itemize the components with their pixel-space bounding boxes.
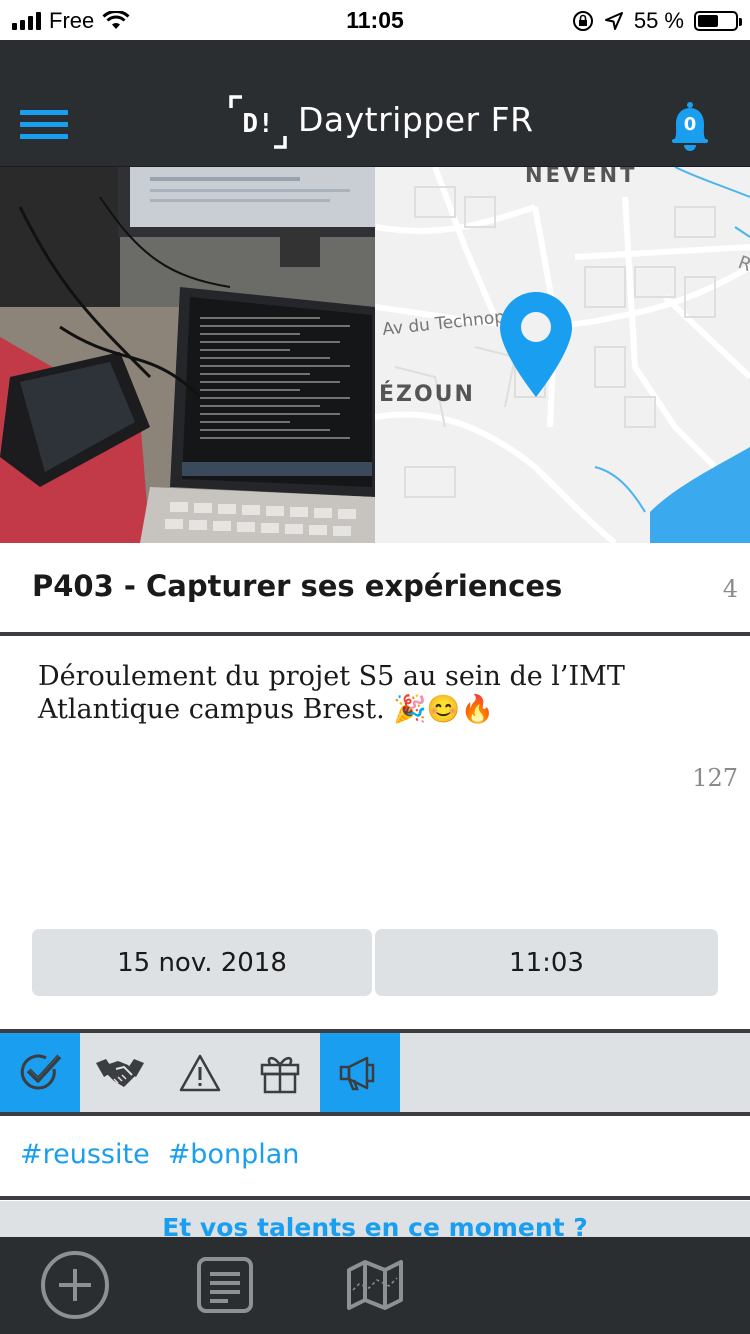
tag-item[interactable]: #bonplan [168,1139,300,1170]
battery-level [698,15,718,27]
battery-percent: 55 % [633,8,684,33]
add-tab[interactable] [39,1249,111,1321]
app-header: D! Daytripper FR 0 [0,40,750,167]
location-map[interactable]: NEVENT Av du Technopôle ÉZOUN R [375,167,750,543]
battery-icon [694,11,742,31]
rotation-lock-icon [572,11,593,31]
talents-prompt-bar[interactable]: Et vos talents en ce moment ? [0,1201,750,1241]
post-media: NEVENT Av du Technopôle ÉZOUN R [0,167,750,543]
warning-icon [179,1054,221,1091]
description-char-count: 127 [692,764,738,792]
tag-item[interactable]: #reussite [20,1139,150,1170]
app-title: Daytripper FR [298,100,534,139]
post-time: 11:03 [509,947,584,978]
handshake-icon [96,1058,144,1087]
app-logo: D! [229,95,287,149]
notification-count: 0 [683,114,697,135]
notifications-button[interactable]: 0 [664,100,716,154]
checkmark-icon [20,1053,62,1089]
category-warning-button[interactable] [160,1033,240,1112]
status-right: 55 % [572,8,742,34]
post-title: P403 - Capturer ses expériences [32,569,563,603]
post-date: 15 nov. 2018 [117,947,287,978]
category-success-button[interactable] [0,1033,80,1112]
photo-illustration [0,167,375,543]
map-tab[interactable] [339,1249,411,1321]
menu-button[interactable] [18,104,70,144]
category-gift-button[interactable] [240,1033,320,1112]
post-title-row: P403 - Capturer ses expériences 4 [0,543,750,633]
map-illustration: NEVENT Av du Technopôle ÉZOUN R [375,167,750,543]
category-bar [0,1033,750,1112]
map-label-west: ÉZOUN [379,381,475,407]
date-picker[interactable]: 15 nov. 2018 [32,929,372,996]
title-char-count: 4 [722,575,738,603]
logo-text: D! [242,109,273,139]
time-picker[interactable]: 11:03 [375,929,718,996]
category-announcement-button[interactable] [320,1033,400,1112]
map-label-north: NEVENT [525,167,637,187]
document-icon [197,1257,253,1313]
divider [0,1112,750,1116]
post-photo[interactable] [0,167,375,543]
post-description: Déroulement du projet S5 au sein de l’IM… [38,661,625,725]
gift-icon [260,1056,300,1093]
status-bar: Free 11:05 55 % [0,0,750,40]
bottom-tab-bar [0,1237,750,1334]
category-deal-button[interactable] [80,1033,160,1112]
location-arrow-icon [604,12,623,30]
posts-tab[interactable] [189,1249,261,1321]
divider [0,632,750,636]
divider [0,1196,750,1200]
tag-list: #reussite #bonplan [20,1139,299,1170]
add-icon [41,1251,109,1319]
map-icon [347,1260,403,1310]
megaphone-icon [339,1056,375,1090]
